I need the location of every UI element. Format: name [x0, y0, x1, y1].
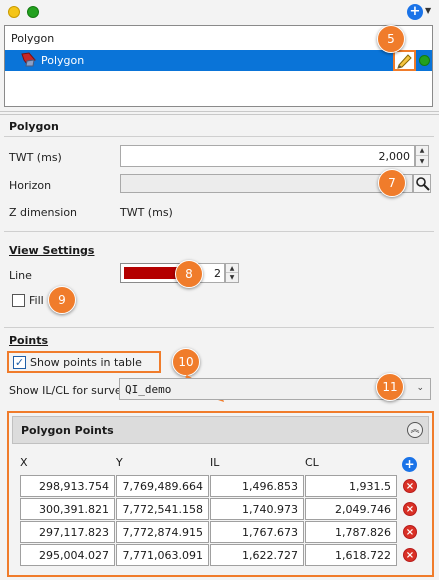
callout-5: 5 [377, 25, 405, 53]
spin-up-icon[interactable]: ▲ [226, 264, 238, 273]
callout-7: 7 [378, 169, 406, 197]
delete-row-icon[interactable]: × [403, 502, 417, 516]
polygon-list-header: Polygon [11, 32, 55, 45]
delete-row-icon[interactable]: × [403, 548, 417, 562]
spin-down-icon[interactable]: ▼ [226, 273, 238, 282]
table-cell-il[interactable]: 1,767.673 [210, 521, 304, 543]
add-polygon-icon[interactable]: + [407, 4, 423, 20]
callout-8: 8 [175, 260, 203, 288]
line-width-value: 2 [214, 266, 221, 280]
table-cell-cl[interactable]: 1,931.5 [305, 475, 397, 497]
survey-value: QI_demo [125, 382, 172, 396]
polygon-points-title: Polygon Points [21, 424, 114, 437]
item-visible-green-icon[interactable] [419, 55, 430, 66]
twt-label: TWT (ms) [9, 151, 62, 164]
pencil-icon [397, 54, 412, 69]
table-cell-cl[interactable]: 1,787.826 [305, 521, 397, 543]
table-cell-x[interactable]: 298,913.754 [20, 475, 115, 497]
table-cell-il[interactable]: 1,740.973 [210, 498, 304, 520]
horizon-input[interactable] [120, 174, 413, 193]
twt-value: 2,000 [378, 149, 411, 163]
section-divider-3 [4, 327, 434, 328]
table-cell-x[interactable]: 297,117.823 [20, 521, 115, 543]
delete-row-icon[interactable]: × [403, 479, 417, 493]
callout-10: 10 [172, 348, 200, 376]
callout-9: 9 [48, 286, 76, 314]
column-header-x: X [20, 456, 28, 469]
table-cell-il[interactable]: 1,622.727 [210, 544, 304, 566]
table-cell-y[interactable]: 7,771,063.091 [116, 544, 209, 566]
table-cell-cl[interactable]: 1,618.722 [305, 544, 397, 566]
status-yellow-icon [8, 6, 20, 18]
horizon-search-button[interactable] [413, 174, 431, 193]
view-settings-title: View Settings [9, 244, 95, 257]
delete-row-icon[interactable]: × [403, 525, 417, 539]
show-points-checkbox[interactable]: ✓ [13, 356, 26, 369]
callout-11: 11 [376, 373, 404, 401]
polygon-list-item-label: Polygon [41, 54, 85, 67]
section-divider [4, 136, 434, 137]
search-icon [416, 177, 430, 191]
collapse-icon[interactable]: ︽ [407, 422, 423, 438]
edit-pencil-button[interactable] [393, 50, 416, 71]
polygon-icon [21, 52, 36, 67]
show-points-label: Show points in table [30, 356, 142, 369]
zdim-label: Z dimension [9, 206, 78, 219]
spin-up-icon[interactable]: ▲ [416, 146, 428, 156]
fill-checkbox[interactable] [12, 294, 25, 307]
zdim-value: TWT (ms) [120, 206, 173, 219]
polygon-list-item[interactable]: Polygon [5, 50, 432, 71]
line-width-spinner[interactable]: ▲ ▼ [225, 263, 239, 283]
polygon-points-header: Polygon Points ︽ [12, 416, 429, 444]
horizon-label: Horizon [9, 179, 52, 192]
spin-down-icon[interactable]: ▼ [416, 156, 428, 166]
polygon-list: Polygon Polygon [4, 25, 433, 107]
table-cell-y[interactable]: 7,772,541.158 [116, 498, 209, 520]
status-green-icon [27, 6, 39, 18]
fill-label: Fill [29, 294, 44, 307]
column-header-il: IL [210, 456, 220, 469]
column-header-cl: CL [305, 456, 319, 469]
add-dropdown-chevron-icon[interactable]: ▼ [425, 6, 431, 15]
column-header-y: Y [116, 456, 123, 469]
table-cell-y[interactable]: 7,772,874.915 [116, 521, 209, 543]
section-divider-2 [4, 231, 434, 232]
table-cell-x[interactable]: 300,391.821 [20, 498, 115, 520]
splitter-handle[interactable] [0, 111, 439, 115]
survey-label: Show IL/CL for survey [9, 384, 129, 397]
points-title: Points [9, 334, 49, 347]
chevron-down-icon: ⌄ [416, 383, 424, 393]
line-label: Line [9, 269, 32, 282]
add-point-icon[interactable]: + [402, 457, 417, 472]
table-cell-x[interactable]: 295,004.027 [20, 544, 115, 566]
table-cell-cl[interactable]: 2,049.746 [305, 498, 397, 520]
twt-spinner[interactable]: ▲ ▼ [415, 145, 429, 167]
twt-input[interactable]: 2,000 [120, 145, 415, 167]
table-cell-y[interactable]: 7,769,489.664 [116, 475, 209, 497]
table-cell-il[interactable]: 1,496.853 [210, 475, 304, 497]
polygon-points-panel: Polygon Points ︽ X Y IL CL + 298,913.754… [7, 411, 434, 577]
polygon-section-title: Polygon [9, 120, 59, 133]
